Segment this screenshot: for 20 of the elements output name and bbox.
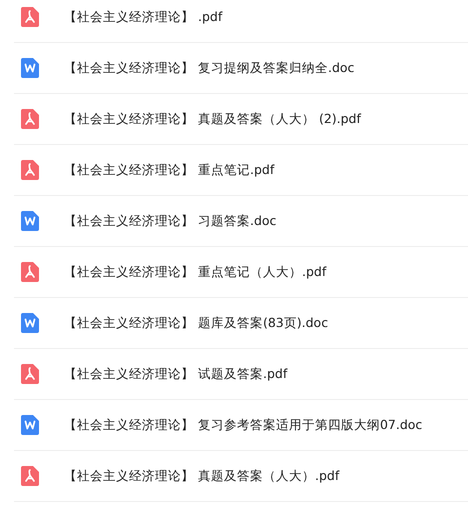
word-file-icon xyxy=(21,58,39,78)
file-name[interactable]: 【社会主义经济理论】 复习提纲及答案归纳全.doc xyxy=(64,60,354,76)
pdf-file-icon xyxy=(21,364,39,384)
file-name[interactable]: 【社会主义经济理论】 重点笔记.pdf xyxy=(64,162,274,178)
file-name[interactable]: 【社会主义经济理论】 复习参考答案适用于第四版大纲07.doc xyxy=(64,416,422,434)
file-name[interactable]: 【社会主义经济理论】 .pdf xyxy=(64,8,222,26)
pdf-file-icon xyxy=(21,262,39,282)
file-name[interactable]: 【社会主义经济理论】 真题及答案（人大） (2).pdf xyxy=(64,110,361,128)
file-name[interactable]: 【社会主义经济理论】 重点笔记（人大）.pdf xyxy=(64,264,326,280)
pdf-file-icon xyxy=(21,160,39,180)
file-name[interactable]: 【社会主义经济理论】 试题及答案.pdf xyxy=(64,366,288,382)
pdf-file-icon xyxy=(21,109,39,129)
file-name[interactable]: 【社会主义经济理论】 习题答案.doc xyxy=(64,212,276,230)
word-file-icon xyxy=(21,415,39,435)
file-name[interactable]: 【社会主义经济理论】 题库及答案(83页).doc xyxy=(64,314,328,332)
word-file-icon xyxy=(21,211,39,231)
pdf-file-icon xyxy=(21,7,39,27)
word-file-icon xyxy=(21,313,39,333)
pdf-file-icon xyxy=(21,466,39,486)
file-name[interactable]: 【社会主义经济理论】 真题及答案（人大）.pdf xyxy=(64,468,340,484)
